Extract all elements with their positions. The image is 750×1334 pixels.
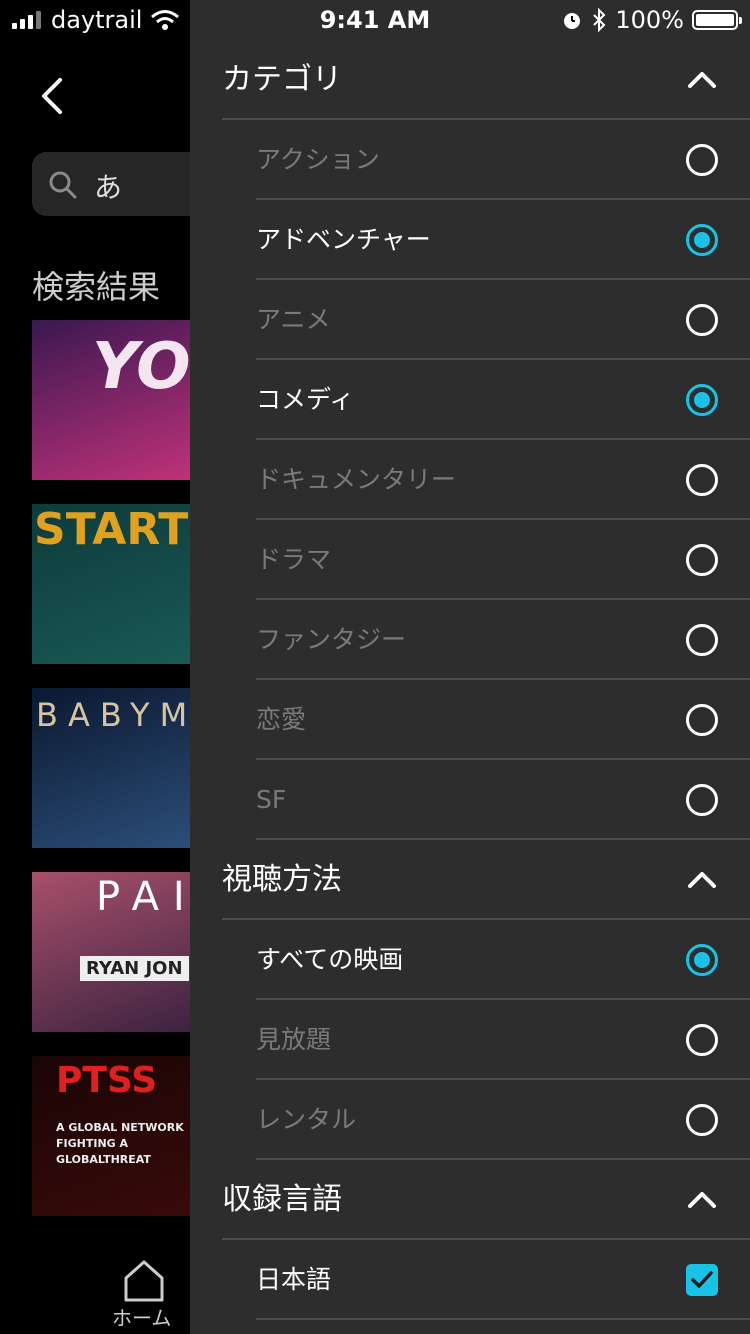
- chevron-up-icon[interactable]: [686, 64, 718, 96]
- battery-percent: 100%: [615, 6, 684, 34]
- filter-option[interactable]: ファンタジー: [190, 600, 750, 680]
- option-label: 恋愛: [256, 705, 307, 734]
- option-label: アクション: [256, 145, 380, 174]
- poster-title: YO: [92, 330, 190, 404]
- filter-option[interactable]: レンタル: [190, 1080, 750, 1160]
- option-label: コメディ: [256, 385, 355, 414]
- filter-option[interactable]: アクション: [190, 120, 750, 200]
- section-header[interactable]: 収録言語: [190, 1160, 750, 1240]
- result-poster[interactable]: START: [32, 504, 190, 664]
- tab-home-label[interactable]: ホーム: [112, 1302, 171, 1331]
- option-label: ファンタジー: [256, 625, 407, 654]
- radio-selected-icon[interactable]: [686, 944, 718, 976]
- radio-selected-icon[interactable]: [686, 384, 718, 416]
- poster-title: BABYM: [36, 696, 190, 734]
- filter-option[interactable]: ドキュメンタリー: [190, 440, 750, 520]
- radio-unselected-icon[interactable]: [686, 1024, 718, 1056]
- results-title: 検索結果: [32, 268, 161, 306]
- section-header[interactable]: カテゴリ: [190, 40, 750, 120]
- alarm-icon: [564, 13, 581, 29]
- radio-unselected-icon[interactable]: [686, 144, 718, 176]
- option-label: 日本語: [256, 1265, 332, 1294]
- result-poster[interactable]: YO: [32, 320, 190, 480]
- section-title: カテゴリ: [222, 62, 342, 97]
- search-icon: [49, 171, 77, 199]
- filter-option[interactable]: SF: [190, 760, 750, 840]
- status-bar: daytrail 9:41 AM 100%: [0, 0, 750, 40]
- filter-option[interactable]: すべての映画: [190, 920, 750, 1000]
- poster-subtitle: RYAN JON: [80, 956, 189, 981]
- chevron-left-icon: [42, 78, 62, 114]
- section-title: 収録言語: [222, 1182, 342, 1217]
- radio-unselected-icon[interactable]: [686, 1104, 718, 1136]
- radio-unselected-icon[interactable]: [686, 624, 718, 656]
- option-label: ドキュメンタリー: [256, 465, 457, 494]
- filter-panel: カテゴリアクションアドベンチャー アニメコメディドキュメンタリー ドラマファンタジー…: [190, 0, 750, 1334]
- radio-unselected-icon[interactable]: [686, 784, 718, 816]
- radio-unselected-icon[interactable]: [686, 464, 718, 496]
- section-title: 視聴方法: [222, 862, 342, 897]
- wifi-icon: [151, 10, 180, 30]
- filter-option[interactable]: 恋愛: [190, 680, 750, 760]
- option-label: 見放題: [256, 1025, 332, 1054]
- result-poster[interactable]: PAI RYAN JON: [32, 872, 190, 1032]
- bluetooth-icon: [593, 8, 606, 32]
- radio-unselected-icon[interactable]: [686, 544, 718, 576]
- filter-option[interactable]: ドラマ: [190, 520, 750, 600]
- poster-title: START: [34, 504, 189, 555]
- search-input[interactable]: あ: [32, 152, 190, 216]
- filter-option[interactable]: コメディ: [190, 360, 750, 440]
- option-label: ドラマ: [256, 545, 332, 574]
- divider: [256, 1318, 750, 1320]
- chevron-up-icon[interactable]: [686, 1184, 718, 1216]
- section-header[interactable]: 視聴方法: [190, 840, 750, 920]
- option-label: レンタル: [256, 1105, 357, 1134]
- battery-icon: [692, 10, 742, 30]
- search-query: あ: [94, 171, 123, 204]
- poster-title: PAI: [96, 874, 190, 920]
- option-label: アドベンチャー: [256, 225, 431, 254]
- signal-icon: [12, 11, 41, 29]
- radio-unselected-icon[interactable]: [686, 304, 718, 336]
- filter-option[interactable]: アドベンチャー: [190, 200, 750, 280]
- option-label: SF: [256, 785, 287, 814]
- filter-option[interactable]: 日本語: [190, 1240, 750, 1320]
- radio-selected-icon[interactable]: [686, 224, 718, 256]
- option-label: すべての映画: [256, 945, 404, 974]
- option-label: アニメ: [256, 305, 331, 334]
- checkbox-checked-icon[interactable]: [686, 1264, 718, 1296]
- result-poster[interactable]: BABYM: [32, 688, 190, 848]
- filter-option[interactable]: アニメ: [190, 280, 750, 360]
- result-poster[interactable]: PTSS A GLOBAL NETWORK FIGHTING A GLOBALTH…: [32, 1056, 190, 1216]
- search-results-page: あ 検索結果 YO START BABYM PAI RYAN JON PTSS A GLOB…: [0, 0, 190, 1334]
- back-button[interactable]: [36, 72, 76, 120]
- carrier-name: daytrail: [51, 6, 143, 34]
- poster-subtitle: A GLOBAL NETWORK FIGHTING A GLOBALTHREAT: [56, 1121, 184, 1166]
- filter-option[interactable]: 見放題: [190, 1000, 750, 1080]
- radio-unselected-icon[interactable]: [686, 704, 718, 736]
- home-icon[interactable]: [120, 1256, 168, 1306]
- poster-title: PTSS: [56, 1060, 158, 1101]
- chevron-up-icon[interactable]: [686, 864, 718, 896]
